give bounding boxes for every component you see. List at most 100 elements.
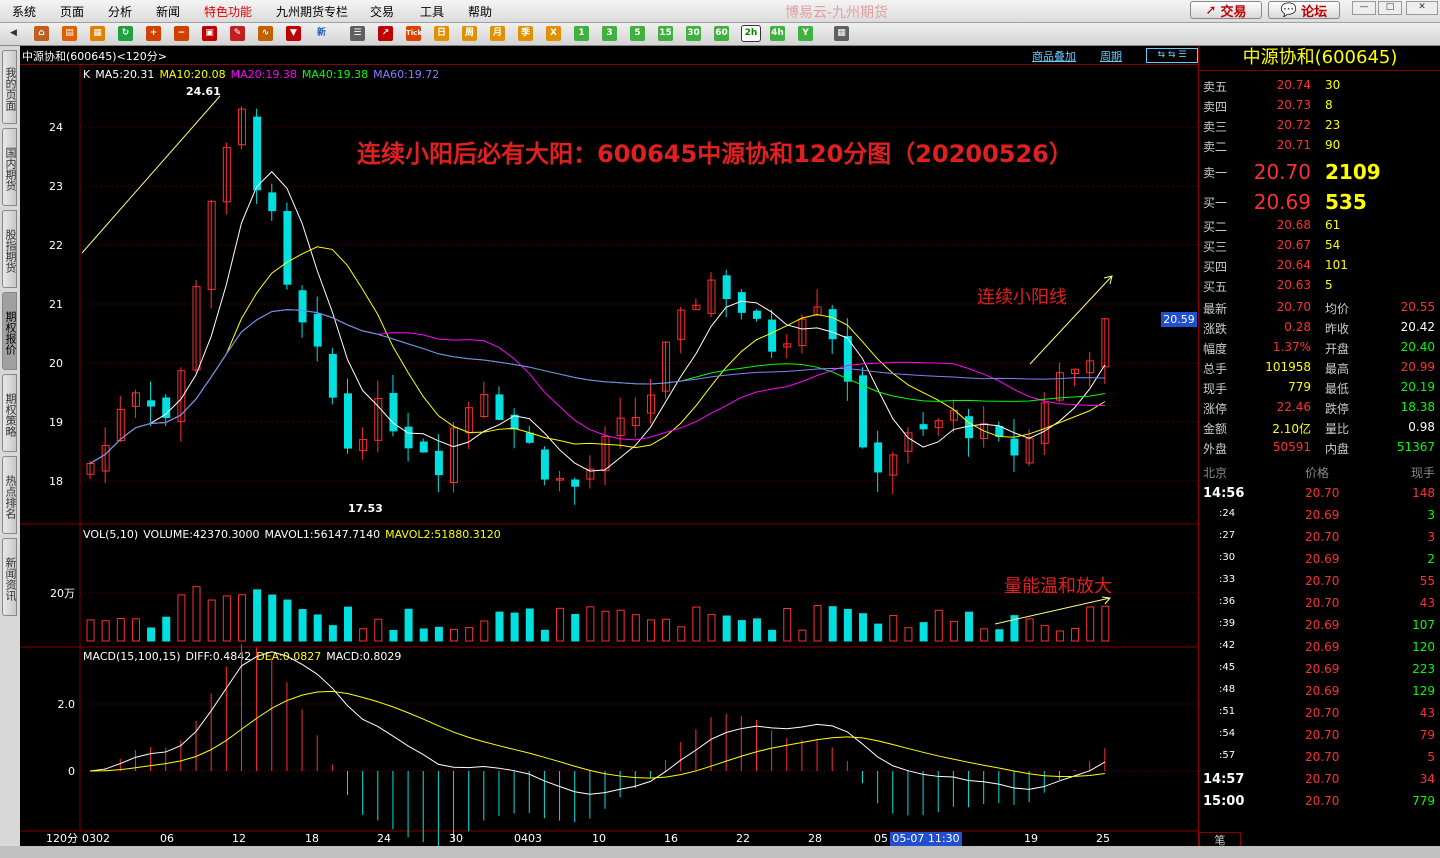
- month-button[interactable]: 月: [490, 26, 505, 41]
- stat-label-2: 昨收: [1325, 322, 1350, 336]
- x-axis-label: 0403: [514, 832, 542, 845]
- app-title: 博易云-九州期货: [785, 5, 889, 21]
- menu-help[interactable]: 帮助: [468, 3, 492, 20]
- volume-bar: [783, 607, 792, 642]
- stat-row: 最新 20.70 均价 20.55: [1199, 300, 1440, 320]
- candle-body: [404, 426, 413, 449]
- volume-bar: [525, 608, 534, 642]
- multi-chart-icon[interactable]: ▦: [90, 26, 105, 41]
- volume-bar: [313, 614, 322, 642]
- bid-price: 20.64: [1276, 258, 1311, 272]
- back-arrow-icon[interactable]: ◀: [6, 26, 21, 41]
- m60-button[interactable]: 60: [714, 26, 729, 41]
- chart-area[interactable]: 中源协和(600645)<120分> 商品叠加 周期 ⇆ ⇆ ☰ K MA5:20…: [20, 46, 1198, 846]
- menu-trade[interactable]: 交易: [370, 3, 394, 20]
- ask-level-label: 卖三: [1203, 120, 1228, 134]
- trend-icon[interactable]: ↗: [378, 26, 393, 41]
- current-price-tag: 20.59: [1161, 312, 1197, 327]
- ask-price: 20.71: [1276, 138, 1311, 152]
- volume-bar: [222, 595, 231, 642]
- volume-bar: [616, 609, 625, 642]
- volume-bar: [495, 611, 504, 642]
- indicator-icon[interactable]: ∿: [258, 26, 273, 41]
- volume-bar: [207, 599, 216, 642]
- sidebar-tab-news[interactable]: 新闻资讯: [2, 538, 17, 616]
- bid1-row: 买一 20.69 535: [1199, 190, 1440, 216]
- year-button[interactable]: Y: [798, 26, 813, 41]
- volume-bar: [268, 594, 277, 642]
- sidebar-tab-index-futures[interactable]: 股指期货: [2, 210, 17, 288]
- m120-button[interactable]: 2h: [741, 25, 761, 42]
- volume-bar: [131, 618, 140, 642]
- volume-annotation: 量能温和放大: [1004, 576, 1112, 597]
- window-icon[interactable]: ▣: [202, 26, 217, 41]
- tick-row: :48 20.69 129: [1199, 684, 1440, 706]
- m1-button[interactable]: 1: [574, 26, 589, 41]
- menu-tools[interactable]: 工具: [420, 3, 444, 20]
- volume-trend-arrow: [994, 597, 1111, 625]
- tick-row: :57 20.70 5: [1199, 750, 1440, 772]
- sidebar-tab-my-page[interactable]: 我的页面: [2, 50, 17, 124]
- zoom-out-icon[interactable]: −: [174, 26, 189, 41]
- sidebar-tab-hot-ranking[interactable]: 热点排名: [2, 456, 17, 534]
- chat-bubble-icon: 💬: [1280, 2, 1298, 18]
- tick-button[interactable]: Tick: [406, 26, 422, 41]
- volume-bar: [344, 606, 352, 642]
- forum-button[interactable]: 💬 论坛: [1268, 1, 1340, 20]
- stat-value-2: 20.55: [1400, 300, 1435, 314]
- m30-button[interactable]: 30: [686, 26, 701, 41]
- filter-icon[interactable]: ▼: [286, 26, 301, 41]
- menu-page[interactable]: 页面: [60, 3, 84, 20]
- calculator-icon[interactable]: ▦: [834, 26, 849, 41]
- stat-label: 幅度: [1203, 342, 1228, 356]
- minimize-icon[interactable]: —: [1352, 1, 1376, 15]
- menu-features[interactable]: 特色功能: [204, 3, 252, 20]
- candle-body: [768, 319, 777, 352]
- menu-system[interactable]: 系统: [12, 3, 36, 20]
- kline-chart-svg[interactable]: 24 23 22 21 20 19 18 20万 2.0 0 120分 0302 06 12 18 24 30…: [20, 46, 1198, 846]
- stat-value: 779: [1288, 380, 1311, 394]
- ask-level-label: 卖四: [1203, 100, 1228, 114]
- tick-time: :48: [1219, 684, 1236, 695]
- table-icon[interactable]: ☰: [350, 26, 365, 41]
- volume-bar: [828, 606, 837, 642]
- draw-pen-icon[interactable]: ✎: [230, 26, 245, 41]
- tick-price: 20.69: [1305, 618, 1340, 632]
- refresh-icon[interactable]: ↻: [118, 26, 133, 41]
- close-icon[interactable]: ✕: [1406, 1, 1438, 15]
- tick-volume: 120: [1412, 640, 1435, 654]
- sidebar-tab-options-quotes[interactable]: 期权报价: [2, 292, 17, 370]
- m5-button[interactable]: 5: [630, 26, 645, 41]
- zoom-in-icon[interactable]: +: [146, 26, 161, 41]
- x-button[interactable]: X: [546, 26, 561, 41]
- tick-time: :57: [1219, 750, 1236, 761]
- menu-analysis[interactable]: 分析: [108, 3, 132, 20]
- week-button[interactable]: 周: [462, 26, 477, 41]
- m15-button[interactable]: 15: [658, 26, 673, 41]
- quote-icon[interactable]: ▤: [62, 26, 77, 41]
- tick-row: :39 20.69 107: [1199, 618, 1440, 640]
- menu-news[interactable]: 新闻: [156, 3, 180, 20]
- menu-jiuzhou-column[interactable]: 九州期货专栏: [276, 3, 348, 20]
- day-button[interactable]: 日: [434, 26, 449, 41]
- x-axis-label: 22: [736, 832, 750, 845]
- tick-price: 20.69: [1305, 640, 1340, 654]
- home-icon[interactable]: ⌂: [34, 26, 49, 41]
- macd-axis-label: 0: [68, 765, 75, 778]
- stat-label: 外盘: [1203, 442, 1228, 456]
- m240-button[interactable]: 4h: [770, 26, 785, 41]
- trade-button[interactable]: ➚ 交易: [1190, 1, 1262, 20]
- maximize-icon[interactable]: □: [1378, 1, 1402, 15]
- sidebar-tab-domestic-futures[interactable]: 国内期货: [2, 128, 17, 206]
- season-button[interactable]: 季: [518, 26, 533, 41]
- stat-label-2: 最低: [1325, 382, 1350, 396]
- tick-price: 20.70: [1305, 794, 1340, 808]
- x-axis-label: 30: [449, 832, 463, 845]
- tick-time: :45: [1219, 662, 1236, 673]
- m3-button[interactable]: 3: [602, 26, 617, 41]
- new-icon[interactable]: 新: [314, 26, 329, 41]
- sidebar-tab-options-strategy[interactable]: 期权策略: [2, 374, 17, 452]
- volume-bar: [177, 594, 186, 642]
- volume-bar: [556, 607, 565, 642]
- ask-row: 卖三 20.72 23: [1199, 118, 1440, 138]
